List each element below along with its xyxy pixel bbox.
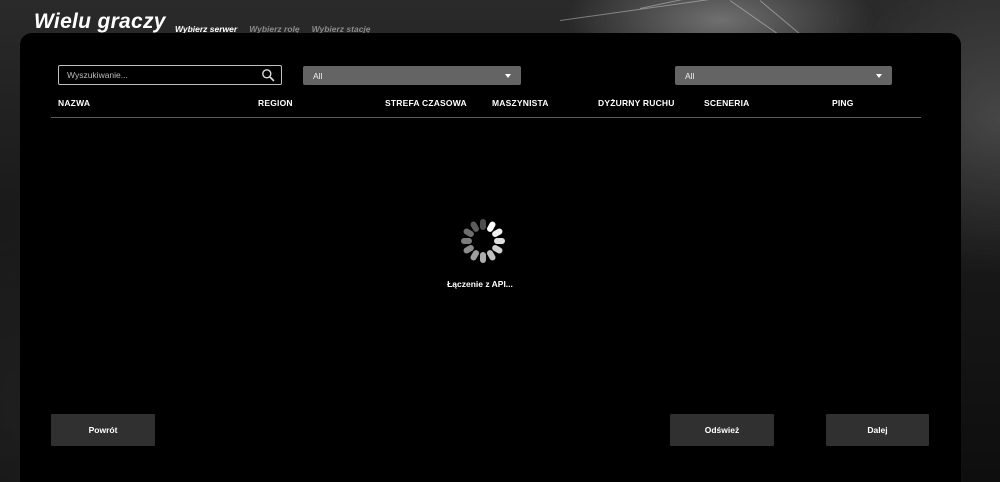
back-button[interactable]: Powrót xyxy=(51,414,155,446)
server-table-header: NAZWA REGION STREFA CZASOWA MASZYNISTA D… xyxy=(51,96,921,118)
spinner-tick xyxy=(461,238,472,244)
column-header-driver[interactable]: MASZYNISTA xyxy=(492,98,549,108)
spinner-tick xyxy=(480,219,486,230)
search-input[interactable] xyxy=(59,66,261,84)
secondary-filter-select[interactable]: All xyxy=(675,66,892,85)
region-filter-value: All xyxy=(313,70,323,81)
chevron-down-icon xyxy=(505,73,511,78)
chevron-down-icon xyxy=(876,73,882,78)
column-header-name[interactable]: NAZWA xyxy=(58,98,90,108)
column-header-timezone[interactable]: STREFA CZASOWA xyxy=(385,98,467,108)
search-icon[interactable] xyxy=(261,68,275,82)
column-header-ping[interactable]: PING xyxy=(832,98,854,108)
spinner-icon xyxy=(458,216,508,266)
top-bar: Wielu graczy Wybierz serwer Wybierz rolę… xyxy=(0,0,1000,34)
refresh-button[interactable]: Odśwież xyxy=(670,414,774,446)
secondary-filter-value: All xyxy=(685,70,695,81)
server-list-panel: All All NAZWA REGION STREFA CZASOWA MASZ… xyxy=(20,33,961,482)
loading-status: Łączenie z API... xyxy=(447,279,513,289)
region-filter-select[interactable]: All xyxy=(303,66,521,85)
spinner-tick xyxy=(480,252,486,263)
spinner-tick xyxy=(494,238,505,244)
page-title: Wielu graczy xyxy=(34,10,166,33)
next-button[interactable]: Dalej xyxy=(826,414,929,446)
search-box xyxy=(58,65,282,85)
column-header-region[interactable]: REGION xyxy=(258,98,293,108)
column-header-scenery[interactable]: SCENERIA xyxy=(704,98,750,108)
column-header-dispatcher[interactable]: DYŻURNY RUCHU xyxy=(598,98,675,108)
